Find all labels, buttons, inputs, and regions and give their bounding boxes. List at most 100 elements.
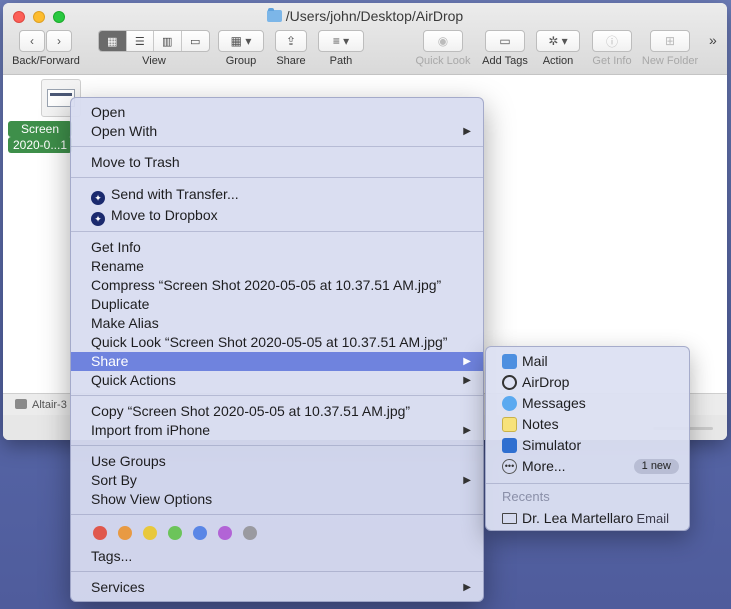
menu-item-sort-by[interactable]: Sort By ▶ — [71, 471, 483, 490]
mail-icon — [502, 354, 517, 369]
action-button[interactable]: ✲ ▾ — [536, 30, 580, 52]
menu-item-compress[interactable]: Compress “Screen Shot 2020-05-05 at 10.3… — [71, 276, 483, 295]
menu-separator — [71, 395, 483, 396]
menu-item-label: Get Info — [91, 239, 141, 255]
tag-color-dot[interactable] — [193, 526, 207, 540]
menu-item-label: Move to Dropbox — [111, 207, 218, 223]
get-info-button[interactable]: ⓘ — [592, 30, 632, 52]
menu-item-send-with-transfer[interactable]: ✦ Send with Transfer... — [71, 185, 483, 205]
menu-item-label: Duplicate — [91, 296, 150, 312]
menu-item-duplicate[interactable]: Duplicate — [71, 295, 483, 314]
tag-color-dot[interactable] — [93, 526, 107, 540]
quick-look-label: Quick Look — [415, 55, 471, 67]
share-item-label: Messages — [522, 395, 586, 411]
share-item-label: AirDrop — [522, 374, 570, 390]
menu-item-quick-look[interactable]: Quick Look “Screen Shot 2020-05-05 at 10… — [71, 333, 483, 352]
envelope-icon — [502, 513, 517, 524]
menu-item-move-to-dropbox[interactable]: ✦ Move to Dropbox — [71, 206, 483, 226]
menu-item-label: Sort By — [91, 472, 137, 488]
menu-item-label: Share — [91, 353, 129, 369]
group-button[interactable]: ▦ ▾ — [218, 30, 264, 52]
file-name-line2[interactable]: 2020-0...1 — [8, 137, 72, 153]
disk-icon — [15, 399, 27, 409]
recent-contact-item[interactable]: Dr. Lea Martellaro Email — [486, 508, 689, 529]
share-item-label: Simulator — [522, 437, 582, 453]
share-item-simulator[interactable]: Simulator — [486, 435, 689, 456]
tag-color-dot[interactable] — [168, 526, 182, 540]
gear-icon: ✲ ▾ — [548, 34, 568, 48]
menu-item-make-alias[interactable]: Make Alias — [71, 314, 483, 333]
menu-item-label: Quick Look “Screen Shot 2020-05-05 at 10… — [91, 334, 448, 350]
new-folder-button[interactable]: ⊞ — [650, 30, 690, 52]
menu-item-label: Open With — [91, 123, 158, 139]
menu-item-copy[interactable]: Copy “Screen Shot 2020-05-05 at 10.37.51… — [71, 402, 483, 421]
gallery-view-icon[interactable]: ▭ — [182, 31, 209, 51]
toolbar-overflow-button[interactable]: » — [709, 32, 717, 48]
new-extensions-badge: 1 new — [633, 459, 679, 474]
submenu-arrow-icon: ▶ — [463, 375, 471, 386]
folder-icon — [266, 8, 282, 22]
icon-view-icon[interactable]: ▦ — [99, 31, 127, 51]
view-mode-control[interactable]: ▦ ☰ ▥ ▭ — [98, 30, 210, 52]
recents-heading: Recents — [502, 489, 550, 504]
share-icon: ⇪ — [285, 34, 297, 48]
list-view-icon[interactable]: ☰ — [127, 31, 154, 51]
menu-item-rename[interactable]: Rename — [71, 257, 483, 276]
share-item-label: More... — [522, 458, 566, 474]
menu-item-move-to-trash[interactable]: Move to Trash — [71, 153, 483, 172]
new-folder-label: New Folder — [641, 55, 699, 67]
menu-item-tags[interactable]: Tags... — [71, 547, 483, 566]
share-submenu: Mail AirDrop Messages Notes Simulator ••… — [485, 346, 690, 531]
share-button[interactable]: ⇪ — [275, 30, 307, 52]
file-name-line1[interactable]: Screen — [8, 121, 72, 137]
menu-item-label: Use Groups — [91, 453, 166, 469]
tag-color-dot[interactable] — [243, 526, 257, 540]
share-item-label: Notes — [522, 416, 559, 432]
path-bar-volume[interactable]: Altair-3 — [32, 399, 67, 411]
menu-item-label: Import from iPhone — [91, 422, 211, 438]
tag-color-dot[interactable] — [143, 526, 157, 540]
menu-item-import-from-iphone[interactable]: Import from iPhone ▶ — [71, 421, 483, 440]
back-button[interactable]: ‹ — [19, 30, 45, 52]
menu-separator — [71, 445, 483, 446]
share-item-airdrop[interactable]: AirDrop — [486, 372, 689, 393]
column-view-icon[interactable]: ▥ — [154, 31, 182, 51]
tag-color-dot[interactable] — [118, 526, 132, 540]
context-menu: Open Open With ▶ Move to Trash ✦ Send with… — [70, 97, 484, 602]
menu-item-quick-actions[interactable]: Quick Actions ▶ — [71, 371, 483, 390]
share-item-more[interactable]: ••• More... 1 new — [486, 456, 689, 477]
forward-button[interactable]: › — [46, 30, 72, 52]
share-label: Share — [276, 55, 306, 67]
tag-color-dot[interactable] — [218, 526, 232, 540]
window-path: /Users/john/Desktop/AirDrop — [285, 8, 464, 24]
view-label: View — [142, 55, 166, 67]
quick-look-button[interactable]: ◉ — [423, 30, 463, 52]
menu-item-label: Services — [91, 579, 145, 595]
path-button[interactable]: ≡ ▾ — [318, 30, 364, 52]
add-tags-button[interactable]: ▭ — [485, 30, 525, 52]
share-item-mail[interactable]: Mail — [486, 351, 689, 372]
simulator-icon — [502, 438, 517, 453]
menu-item-get-info[interactable]: Get Info — [71, 238, 483, 257]
share-item-label: Mail — [522, 353, 548, 369]
menu-separator — [71, 514, 483, 515]
menu-item-label: Show View Options — [91, 491, 213, 507]
menu-item-use-groups[interactable]: Use Groups — [71, 452, 483, 471]
menu-item-open-with[interactable]: Open With ▶ — [71, 122, 483, 141]
menu-separator — [71, 571, 483, 572]
airdrop-icon — [502, 375, 517, 390]
group-label: Group — [225, 55, 257, 67]
eye-icon: ◉ — [437, 34, 449, 48]
action-label: Action — [542, 55, 574, 67]
submenu-arrow-icon: ▶ — [463, 582, 471, 593]
menu-item-share[interactable]: Share ▶ — [71, 352, 483, 371]
menu-item-label: Move to Trash — [91, 154, 180, 170]
menu-item-open[interactable]: Open — [71, 103, 483, 122]
menu-item-services[interactable]: Services ▶ — [71, 578, 483, 597]
share-item-notes[interactable]: Notes — [486, 414, 689, 435]
menu-item-show-view-options[interactable]: Show View Options — [71, 490, 483, 509]
dropbox-icon: ✦ — [91, 212, 105, 226]
share-item-messages[interactable]: Messages — [486, 393, 689, 414]
notes-icon — [502, 417, 517, 432]
group-icon: ▦ ▾ — [230, 34, 252, 48]
